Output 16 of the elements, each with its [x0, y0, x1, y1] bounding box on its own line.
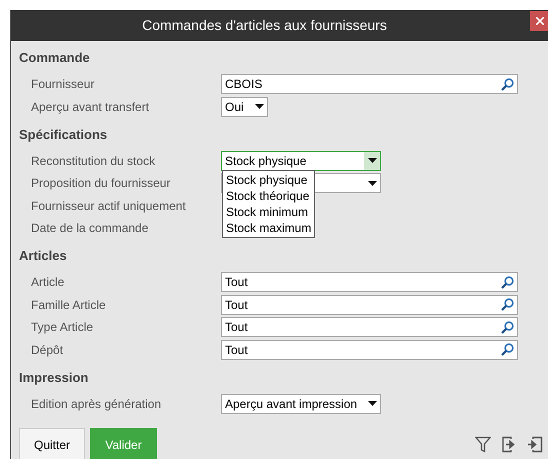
field-label: Fournisseur actif uniquement [30, 198, 187, 214]
field-label: Famille Article [30, 296, 107, 314]
section-heading: Impression [19, 368, 90, 386]
field-label: Type Article [30, 319, 94, 336]
window-title: Commandes d'articles aux fournisseurs [142, 16, 387, 35]
field-label: Article [30, 274, 66, 291]
field-label: Aperçu avant transfert [30, 98, 150, 116]
field-label: Dépôt [30, 342, 64, 358]
section-heading: Spécifications [19, 126, 108, 144]
section-heading: Articles [19, 247, 68, 265]
field-label: Edition après génération [30, 396, 162, 412]
section-heading: Commande [19, 49, 91, 67]
field-label: Date de la commande [30, 220, 150, 237]
field-label: Reconstitution du stock [30, 152, 156, 170]
field-label: Fournisseur [30, 76, 96, 93]
field-label: Proposition du fournisseur [30, 175, 172, 192]
